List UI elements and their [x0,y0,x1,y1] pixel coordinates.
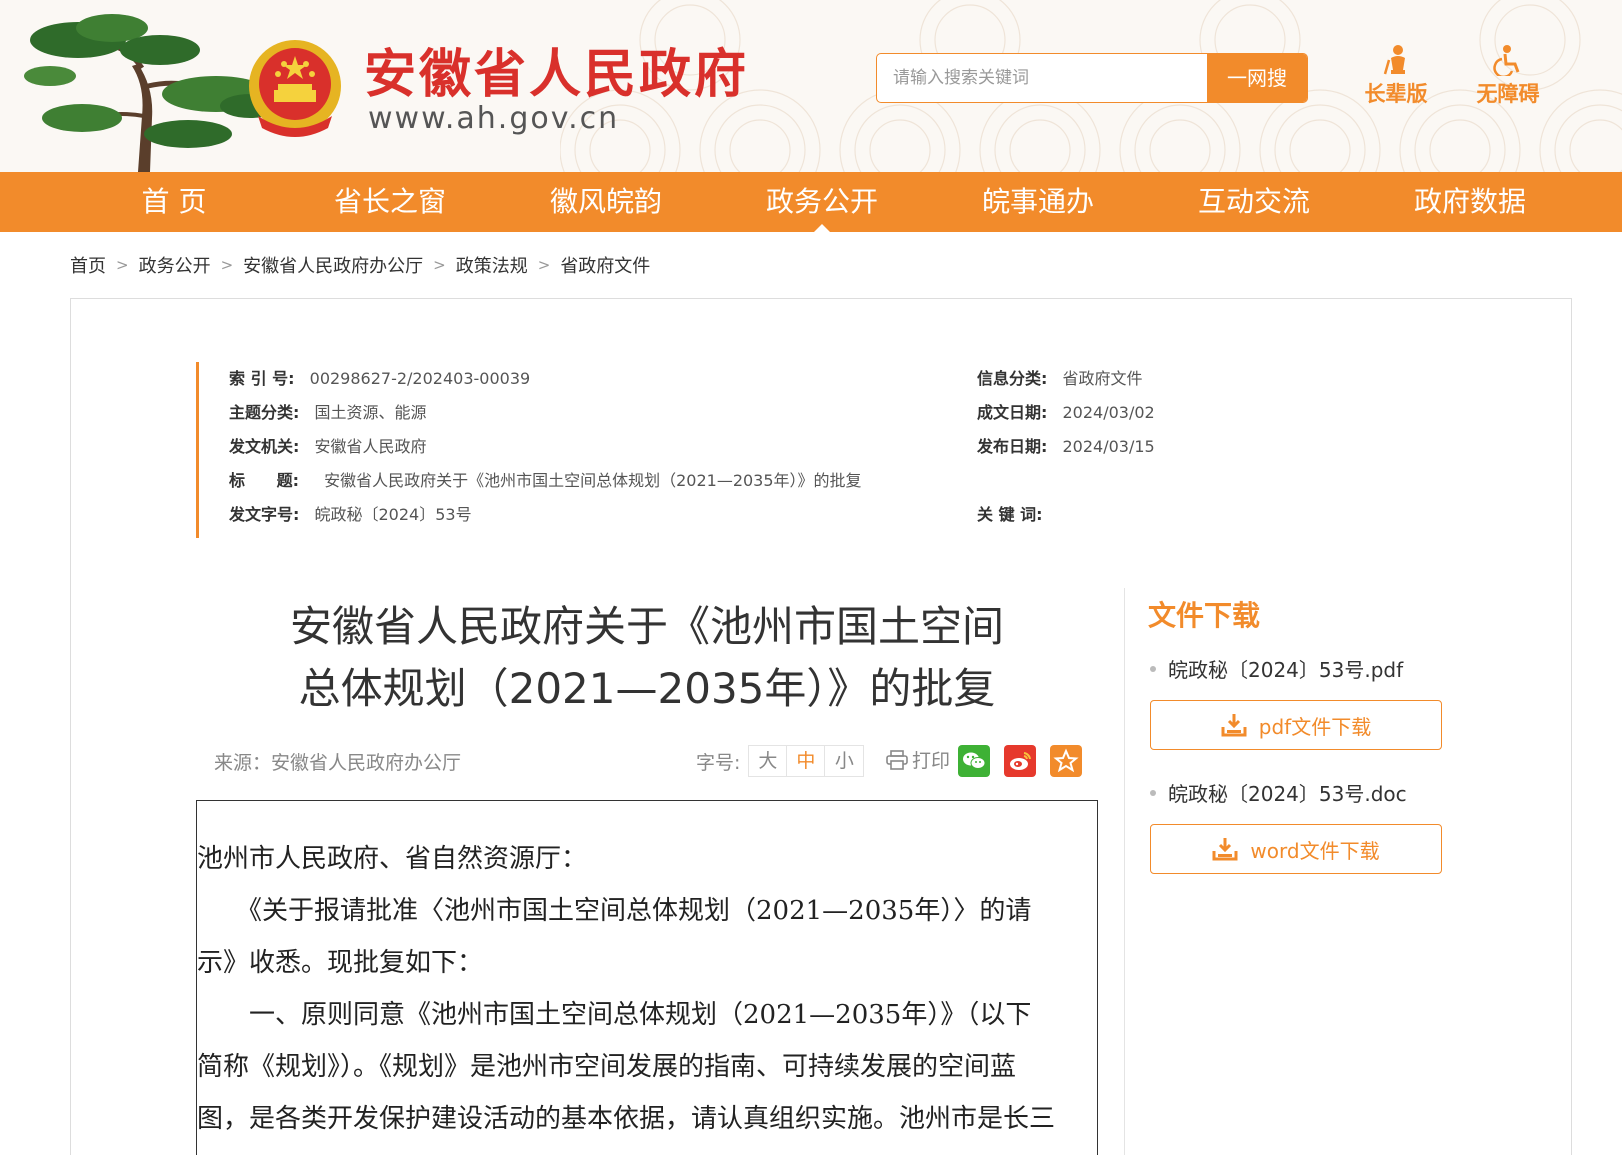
download-icon [1221,714,1247,737]
article-title-line-2: 总体规划（2021—2035年）》的批复 [298,664,996,713]
article-paragraph: 《关于报请批准〈池州市国土空间总体规划（2021—2035年）〉的请 [197,896,1032,926]
pdf-download-label: pdf文件下载 [1258,714,1372,739]
downloads-title: 文件下载 [1148,599,1261,632]
nav-item-home[interactable]: 首 页 [66,172,282,232]
meta-doc-no: 发文字号: 皖政秘〔2024〕53号 [229,502,472,528]
article-toolbar: 来源：安徽省人民政府办公厅 字号: 大 中 小 打印 [196,744,1098,780]
accessibility-button[interactable]: 无障碍 [1468,44,1548,108]
file-name-pdf: 皖政秘〔2024〕53号.pdf [1150,654,1403,683]
meta-category-label: 信息分类: [977,369,1048,388]
breadcrumb-item-policy[interactable]: 政策法规 [456,252,528,278]
meta-keywords-label: 关 键 词: [977,505,1043,524]
meta-created-label: 成文日期: [977,403,1048,422]
main-nav: 首 页 省长之窗 徽风皖韵 政务公开 皖事通办 互动交流 政府数据 [0,172,1622,232]
meta-category: 信息分类: 省政府文件 [977,366,1143,392]
article-title: 安徽省人民政府关于《池州市国土空间 总体规划（2021—2035年）》的批复 [196,596,1098,720]
meta-issuer-label: 发文机关: [229,437,300,456]
meta-published-label: 发布日期: [977,437,1048,456]
breadcrumb-item-gov-affairs[interactable]: 政务公开 [139,252,211,278]
meta-index: 索 引 号: 00298627-2/202403-00039 [229,366,530,392]
chevron-right-icon: > [433,256,446,274]
meta-issuer-value: 安徽省人民政府 [314,437,427,456]
accessibility-label: 无障碍 [1476,82,1540,106]
word-download-label: word文件下载 [1250,838,1380,863]
nav-item-data[interactable]: 政府数据 [1362,172,1578,232]
meta-topic: 主题分类: 国土资源、能源 [229,400,427,426]
article-paragraph: 示》收悉。现批复如下： [197,948,484,978]
site-title: 安徽省人民政府 [364,45,750,105]
elder-icon [1383,45,1405,75]
favorite-icon[interactable] [1050,745,1082,777]
meta-category-value: 省政府文件 [1062,369,1143,388]
meta-issuer: 发文机关: 安徽省人民政府 [229,434,427,460]
pdf-download-button[interactable]: pdf文件下载 [1150,700,1442,750]
meta-title-value: 安徽省人民政府关于《池州市国土空间总体规划（2021—2035年）》的批复 [324,471,862,490]
meta-keywords: 关 键 词: [977,502,1043,528]
chevron-right-icon: > [220,256,234,274]
article-title-line-1: 安徽省人民政府关于《池州市国土空间 [289,602,1004,651]
meta-published: 发布日期: 2024/03/15 [977,434,1155,460]
sidebar-divider [1124,588,1125,1155]
pine-tree-logo [24,14,280,172]
print-button[interactable]: 打印 [886,746,950,773]
site-header: 安徽省人民政府 www.ah.gov.cn 一网搜 长辈版 无障碍 [0,0,1622,172]
meta-index-value: 00298627-2/202403-00039 [309,369,531,388]
document-metadata: 索 引 号: 00298627-2/202403-00039 信息分类: 省政府… [196,362,1196,538]
breadcrumb-item-docs[interactable]: 省政府文件 [560,252,650,278]
nav-item-services[interactable]: 皖事通办 [930,172,1146,232]
word-download-button[interactable]: word文件下载 [1150,824,1442,874]
font-size-small-button[interactable]: 小 [825,746,864,776]
font-size-label: 字号: [696,751,741,774]
article-paragraph: 一、原则同意《池州市国土空间总体规划（2021—2035年）》（以下 [197,1000,1032,1030]
article-source: 来源：安徽省人民政府办公厅 [214,752,462,774]
accessibility-icon [1493,45,1520,76]
nav-item-gov-affairs[interactable]: 政务公开 [714,172,930,232]
article-paragraph: 图，是各类开发保护建设活动的基本依据，请认真组织实施。池州市是长三 [197,1104,1056,1134]
breadcrumb-item-office[interactable]: 安徽省人民政府办公厅 [243,252,423,278]
site-url: www.ah.gov.cn [368,101,620,136]
article-body: 池州市人民政府、省自然资源厅： 《关于报请批准〈池州市国土空间总体规划（2021… [196,800,1098,1155]
bullet-icon [1150,665,1156,672]
bullet-icon [1150,789,1156,796]
meta-doc-no-value: 皖政秘〔2024〕53号 [314,505,472,524]
print-label: 打印 [912,750,951,772]
meta-title: 标 题: 安徽省人民政府关于《池州市国土空间总体规划（2021—2035年）》的… [229,468,862,494]
article-paragraph: 简称《规划》）。《规划》是池州市空间发展的指南、可持续发展的空间蓝 [197,1052,1017,1082]
meta-created-value: 2024/03/02 [1062,403,1155,422]
file-name-doc: 皖政秘〔2024〕53号.doc [1150,778,1407,807]
meta-doc-no-label: 发文字号: [229,505,300,524]
wechat-icon[interactable] [958,745,990,777]
chevron-right-icon: > [537,256,551,274]
nav-item-culture[interactable]: 徽风皖韵 [498,172,714,232]
meta-topic-value: 国土资源、能源 [314,403,427,422]
breadcrumb-item-home[interactable]: 首页 [70,252,106,278]
font-size-buttons: 大 中 小 [748,745,865,777]
meta-index-label: 索 引 号: [229,369,295,388]
weibo-icon[interactable] [1004,745,1036,777]
meta-topic-label: 主题分类: [229,403,300,422]
download-icon [1212,838,1238,861]
printer-icon [886,749,908,770]
elder-mode-label: 长辈版 [1364,82,1428,106]
article-paragraph: 池州市人民政府、省自然资源厅： [197,844,588,874]
nav-item-interaction[interactable]: 互动交流 [1146,172,1362,232]
file-name-pdf-label: 皖政秘〔2024〕53号.pdf [1168,658,1404,682]
national-emblem-logo [249,40,341,137]
elder-mode-button[interactable]: 长辈版 [1356,44,1436,108]
file-name-doc-label: 皖政秘〔2024〕53号.doc [1168,782,1407,806]
font-size-control: 字号: 大 中 小 [696,744,865,778]
meta-published-value: 2024/03/15 [1062,437,1155,456]
meta-title-label: 标 题: [229,471,299,490]
font-size-medium-button[interactable]: 中 [787,746,826,776]
search-box: 一网搜 [876,53,1308,103]
chevron-right-icon: > [116,256,129,274]
meta-created: 成文日期: 2024/03/02 [977,400,1155,426]
search-button[interactable]: 一网搜 [1207,54,1307,102]
breadcrumb: 首页 > 政务公开 > 安徽省人民政府办公厅 > 政策法规 > 省政府文件 [70,253,650,277]
nav-item-governor[interactable]: 省长之窗 [282,172,498,232]
font-size-large-button[interactable]: 大 [749,746,788,776]
search-input[interactable] [877,54,1209,102]
